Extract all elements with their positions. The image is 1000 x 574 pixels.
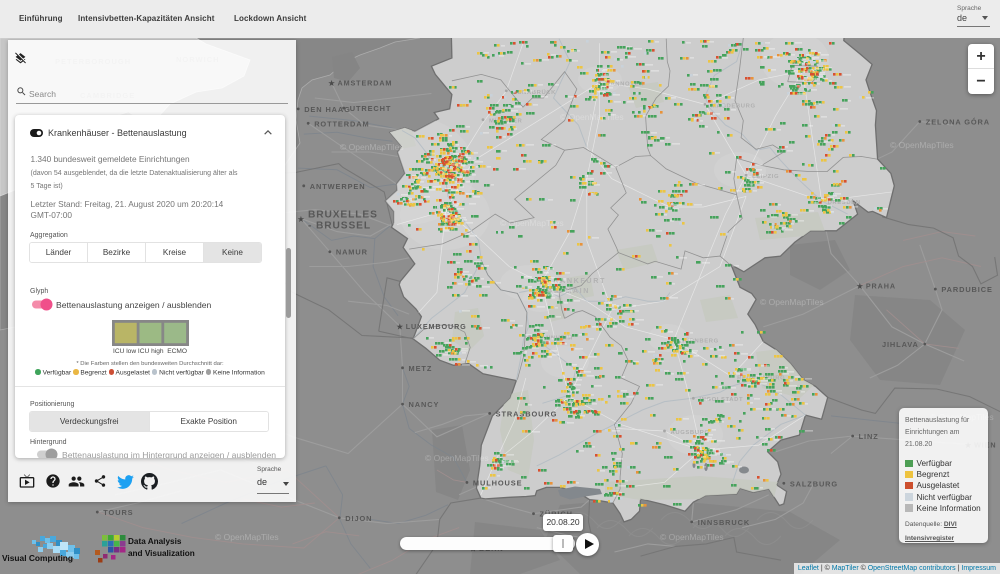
svg-text:© OpenMapTiles: © OpenMapTiles	[560, 112, 624, 122]
svg-text:OSNABRÜCK: OSNABRÜCK	[512, 89, 556, 96]
svg-text:★: ★	[328, 78, 336, 88]
svg-text:© OpenMapTiles: © OpenMapTiles	[500, 218, 564, 228]
svg-text:ROTTERDAM: ROTTERDAM	[314, 119, 369, 128]
svg-text:DEN HAAG: DEN HAAG	[304, 105, 351, 114]
svg-text:TOURS: TOURS	[103, 508, 133, 517]
svg-text:SALZBURG: SALZBURG	[790, 479, 838, 488]
svg-text:LUXEMBOURG: LUXEMBOURG	[406, 322, 467, 331]
svg-text:LINZ: LINZ	[859, 432, 879, 441]
svg-text:DIJON: DIJON	[345, 514, 372, 523]
svg-text:© OpenMapTiles: © OpenMapTiles	[215, 532, 279, 542]
svg-text:METZ: METZ	[409, 364, 433, 373]
svg-text:STRASBOURG: STRASBOURG	[496, 409, 558, 418]
svg-text:UTRECHT: UTRECHT	[350, 104, 392, 113]
svg-text:© OpenMapTiles: © OpenMapTiles	[425, 453, 489, 463]
svg-text:© OpenMapTiles: © OpenMapTiles	[890, 140, 954, 150]
svg-text:© OpenMapTiles: © OpenMapTiles	[340, 142, 404, 152]
svg-text:PARDUBICE: PARDUBICE	[941, 285, 993, 294]
svg-text:BRUXELLES: BRUXELLES	[308, 209, 378, 220]
svg-text:JIHLAVA: JIHLAVA	[882, 340, 919, 349]
svg-text:and Visualization: and Visualization	[128, 549, 195, 558]
svg-text:Data Analysis: Data Analysis	[128, 537, 182, 546]
svg-text:© OpenMapTiles: © OpenMapTiles	[760, 297, 824, 307]
svg-text:- BRUSSEL: - BRUSSEL	[308, 220, 371, 231]
svg-text:NAMUR: NAMUR	[336, 248, 368, 257]
svg-text:NANCY: NANCY	[409, 400, 440, 409]
svg-text:MULHOUSE: MULHOUSE	[473, 478, 523, 487]
svg-text:ZELONA GÓRA: ZELONA GÓRA	[926, 118, 990, 127]
svg-text:© OpenMapTiles: © OpenMapTiles	[660, 532, 724, 542]
svg-text:★: ★	[396, 322, 404, 332]
svg-text:AMSTERDAM: AMSTERDAM	[338, 79, 393, 88]
svg-text:MAGDEBURG: MAGDEBURG	[711, 103, 756, 109]
svg-text:ANTWERPEN: ANTWERPEN	[310, 182, 366, 191]
svg-text:INNSBRUCK: INNSBRUCK	[698, 518, 750, 527]
svg-text:PRAHA: PRAHA	[866, 282, 896, 291]
svg-text:★: ★	[297, 214, 305, 224]
svg-text:Visual Computing: Visual Computing	[2, 553, 73, 563]
svg-text:★: ★	[856, 281, 864, 291]
